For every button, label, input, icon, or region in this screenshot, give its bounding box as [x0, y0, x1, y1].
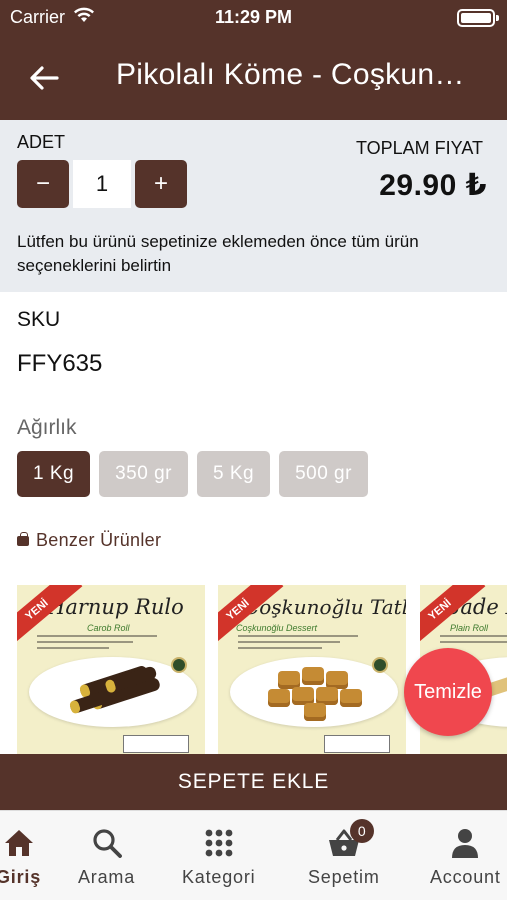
- arrow-left-icon: [30, 66, 59, 90]
- seal-icon: [171, 657, 187, 673]
- bag-icon: [17, 531, 29, 546]
- page-title: Pikolalı Köme - Coşkun…: [116, 58, 465, 91]
- quantity-value[interactable]: 1: [73, 160, 131, 208]
- product-description-lines: [440, 635, 507, 647]
- product-description-lines: [238, 635, 358, 653]
- options-notice: Lütfen bu ürünü sepetinize eklemeden önc…: [17, 232, 419, 275]
- sku-value: FFY635: [17, 350, 103, 377]
- sku-label: SKU: [17, 308, 61, 331]
- tab-label: Kategori: [182, 867, 256, 887]
- status-bar: Carrier 11:29 PM: [0, 0, 507, 36]
- home-icon: [1, 825, 37, 861]
- basket-icon: 0: [326, 819, 374, 861]
- weight-option-350gr[interactable]: 350 gr: [99, 451, 188, 497]
- battery-icon: [457, 9, 499, 27]
- tab-label: Account: [430, 867, 501, 887]
- nutrition-table: [123, 735, 189, 753]
- tab-label: Sepetim: [308, 867, 380, 887]
- user-icon: [447, 825, 483, 861]
- total-price: 29.90 ₺: [379, 169, 487, 202]
- total-price-label: TOPLAM FIYAT: [355, 138, 483, 158]
- cart-count-badge: 0: [349, 819, 374, 843]
- back-button[interactable]: [24, 58, 64, 98]
- product-card[interactable]: Coşkunoğlu Tatlısı Coşkunoğlu Dessert YE…: [218, 585, 406, 755]
- similar-products-heading: Benzer Ürünler: [17, 530, 161, 551]
- quantity-stepper: − 1 +: [17, 160, 187, 208]
- weight-option-500gr[interactable]: 500 gr: [279, 451, 368, 497]
- weight-options: 1 Kg 350 gr 5 Kg 500 gr: [17, 451, 368, 497]
- clock: 11:29 PM: [214, 7, 293, 27]
- product-description-lines: [37, 635, 157, 653]
- tab-categories[interactable]: Kategori: [182, 825, 255, 888]
- product-subtitle: Plain Roll: [450, 623, 489, 633]
- tab-account[interactable]: Account: [430, 825, 501, 888]
- seal-icon: [372, 657, 388, 673]
- clear-button[interactable]: Temizle: [404, 648, 492, 736]
- product-subtitle: Coşkunoğlu Dessert: [236, 623, 318, 633]
- product-subtitle: Carob Roll: [87, 623, 130, 633]
- tab-home[interactable]: Giriş: [0, 825, 41, 888]
- quantity-label: ADET: [17, 132, 66, 152]
- navigation-bar: Pikolalı Köme - Coşkun…: [0, 36, 507, 120]
- decrement-button[interactable]: −: [17, 160, 69, 208]
- grid-icon: [201, 825, 237, 861]
- nutrition-table: [324, 735, 390, 753]
- add-to-cart-button[interactable]: SEPETE EKLE: [0, 754, 507, 810]
- product-card[interactable]: Harnup Rulo Carob Roll YENİ: [17, 585, 205, 755]
- weight-option-5kg[interactable]: 5 Kg: [196, 451, 271, 497]
- similar-products-label: Benzer Ürünler: [36, 530, 162, 550]
- tab-search[interactable]: Arama: [78, 825, 135, 888]
- tab-bar: Giriş Arama Kategori 0 Sepetim Account: [0, 810, 507, 900]
- tab-cart[interactable]: 0 Sepetim: [308, 819, 380, 888]
- quantity-panel: ADET − 1 + TOPLAM FIYAT 29.90 ₺ Lütfen b…: [0, 120, 507, 292]
- weight-label: Ağırlık: [17, 416, 77, 439]
- search-icon: [89, 825, 125, 861]
- tab-label: Arama: [78, 867, 136, 887]
- tab-label: Giriş: [0, 867, 42, 887]
- weight-option-1kg[interactable]: 1 Kg: [17, 451, 91, 497]
- increment-button[interactable]: +: [135, 160, 187, 208]
